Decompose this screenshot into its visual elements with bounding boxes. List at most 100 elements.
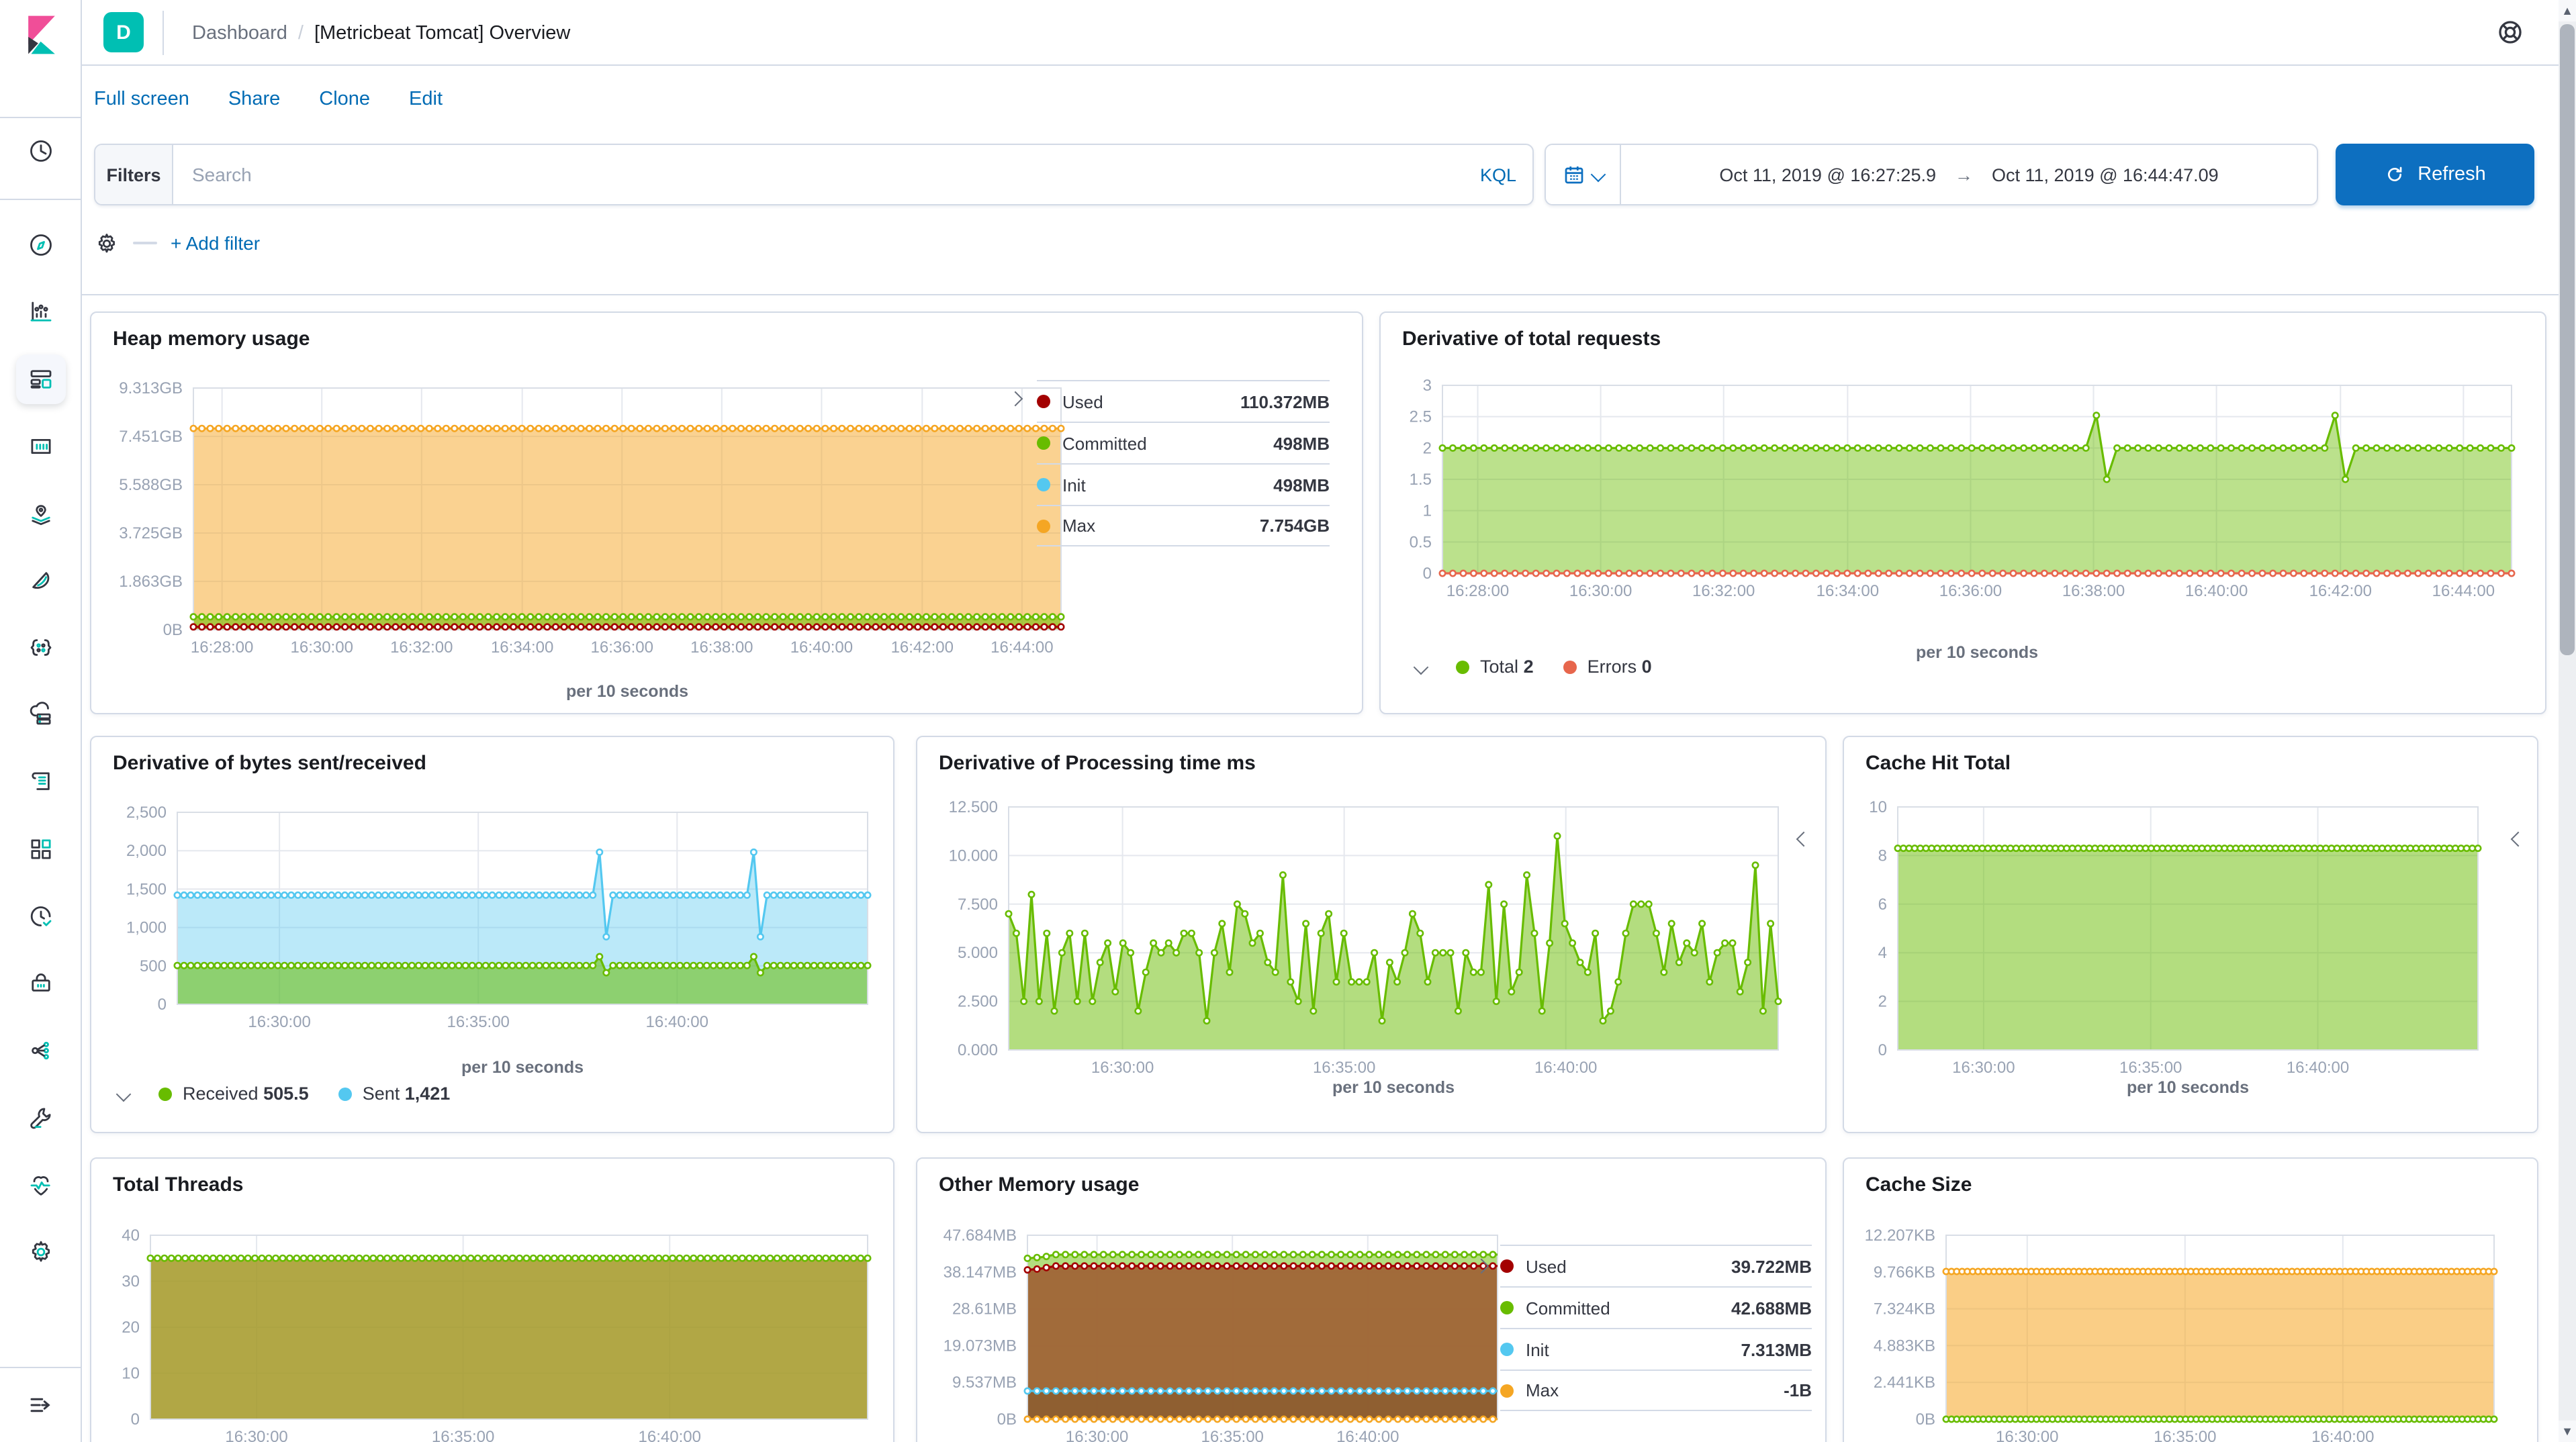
logs-icon — [27, 768, 55, 796]
sidebar-item-recently-viewed[interactable] — [16, 126, 66, 176]
discover-icon — [27, 231, 55, 259]
page-scrollbar[interactable]: ▲ ▼ — [2559, 0, 2576, 1442]
sidebar-item-logs[interactable] — [16, 757, 66, 807]
scroll-down-arrow[interactable]: ▼ — [2559, 1421, 2576, 1442]
svg-text:3: 3 — [1423, 377, 1432, 395]
graph-icon — [27, 1037, 55, 1065]
legend-collapse-icon[interactable] — [116, 1086, 132, 1102]
filters-button[interactable]: Filters — [95, 145, 173, 204]
sidebar-item-graph[interactable] — [16, 1026, 66, 1075]
dashboard-avatar-badge[interactable]: D — [103, 12, 144, 52]
svg-text:16:30:00: 16:30:00 — [1569, 582, 1632, 600]
sidebar-item-visualize[interactable] — [16, 287, 66, 337]
legend-value: 498MB — [1273, 433, 1330, 453]
legend-label: Total 2 — [1480, 657, 1534, 677]
legend-row-max[interactable]: Max7.754GB — [1037, 505, 1330, 546]
sidebar-item-siem[interactable] — [16, 959, 66, 1008]
cache-hit-chart[interactable]: 024681016:30:0016:35:0016:40:00per 10 se… — [1852, 785, 2510, 1101]
svg-text:0B: 0B — [163, 621, 183, 639]
legend-row-used[interactable]: Used110.372MB — [1037, 380, 1330, 422]
breadcrumb-dashboard-link[interactable]: Dashboard — [192, 22, 287, 44]
sidebar-divider — [0, 117, 82, 118]
legend-color-dot — [1456, 660, 1469, 673]
legend-color-dot — [1500, 1384, 1514, 1397]
sidebar-item-maps[interactable] — [16, 489, 66, 538]
scrollbar-thumb[interactable] — [2560, 24, 2575, 655]
refresh-button[interactable]: Refresh — [2336, 144, 2534, 205]
legend-collapse-icon[interactable] — [1414, 659, 1429, 675]
svg-text:16:30:00: 16:30:00 — [1066, 1428, 1128, 1442]
sidebar-item-canvas[interactable] — [16, 422, 66, 471]
legend-value: 7.313MB — [1741, 1339, 1812, 1359]
sidebar-item-machine-learning[interactable] — [16, 556, 66, 606]
processing-time-chart[interactable]: 0.0002.5005.0007.50010.00012.50016:30:00… — [928, 785, 1808, 1101]
legend-value: 498MB — [1273, 475, 1330, 495]
svg-text:16:30:00: 16:30:00 — [1996, 1428, 2058, 1442]
sidebar-item-uptime-monitor[interactable] — [16, 892, 66, 941]
panel-processing-time: Derivative of Processing time ms 0.0002.… — [916, 736, 1827, 1133]
sidebar-item-apm[interactable] — [16, 623, 66, 673]
date-from[interactable]: Oct 11, 2019 @ 16:27:25.9 — [1719, 164, 1936, 185]
legend-item-errors[interactable]: Errors 0 — [1563, 657, 1652, 677]
header-separator — [163, 11, 164, 55]
total-requests-chart[interactable]: 00.511.522.5316:28:0016:30:0016:32:0016:… — [1394, 364, 2533, 666]
share-button[interactable]: Share — [228, 89, 280, 110]
legend-collapse-icon[interactable] — [2511, 832, 2526, 847]
legend-row-init[interactable]: Init498MB — [1037, 463, 1330, 505]
calendar-button[interactable] — [1546, 145, 1621, 204]
sidebar-item-stack-monitoring[interactable] — [16, 1160, 66, 1210]
legend-row-init[interactable]: Init7.313MB — [1500, 1328, 1812, 1369]
sidebar-item-uptime[interactable] — [16, 690, 66, 740]
help-icon[interactable] — [2495, 17, 2525, 47]
panel-cache-size: Cache Size 0B2.441KB4.883KB7.324KB9.766K… — [1843, 1157, 2538, 1442]
svg-text:16:40:00: 16:40:00 — [646, 1013, 708, 1031]
sidebar-item-dashboard[interactable] — [16, 354, 66, 404]
date-to[interactable]: Oct 11, 2019 @ 16:44:47.09 — [1992, 164, 2219, 185]
legend-row-committed[interactable]: Committed42.688MB — [1500, 1286, 1812, 1328]
search-input[interactable] — [173, 145, 1464, 204]
sidebar-item-infrastructure[interactable] — [16, 824, 66, 874]
svg-text:2,500: 2,500 — [126, 804, 167, 822]
cache-size-chart[interactable]: 0B2.441KB4.883KB7.324KB9.766KB12.207KB16… — [1852, 1212, 2513, 1442]
svg-text:0B: 0B — [1916, 1410, 1935, 1429]
legend-row-max[interactable]: Max-1B — [1500, 1369, 1812, 1411]
clone-button[interactable]: Clone — [319, 89, 370, 110]
dashboard-icon — [27, 365, 55, 393]
full-screen-button[interactable]: Full screen — [94, 89, 189, 110]
other-memory-chart[interactable]: 0B9.537MB19.073MB28.61MB38.147MB47.684MB… — [920, 1212, 1511, 1442]
date-picker-group: Oct 11, 2019 @ 16:27:25.9 → Oct 11, 2019… — [1545, 144, 2318, 205]
svg-text:20: 20 — [122, 1318, 140, 1337]
svg-text:12.500: 12.500 — [949, 798, 998, 816]
sidebar-item-dev-tools[interactable] — [16, 1093, 66, 1143]
sidebar-item-discover[interactable] — [16, 220, 66, 270]
legend-item-total[interactable]: Total 2 — [1456, 657, 1534, 677]
svg-text:16:30:00: 16:30:00 — [225, 1428, 287, 1442]
edit-button[interactable]: Edit — [409, 89, 443, 110]
svg-text:9.537MB: 9.537MB — [952, 1374, 1017, 1392]
svg-text:2.441KB: 2.441KB — [1874, 1374, 1935, 1392]
kql-toggle[interactable]: KQL — [1464, 145, 1532, 204]
svg-text:16:35:00: 16:35:00 — [2154, 1428, 2216, 1442]
sidebar-item-management[interactable] — [16, 1227, 66, 1277]
legend-color-dot — [1037, 436, 1050, 450]
svg-text:16:38:00: 16:38:00 — [690, 638, 753, 657]
legend-item-received[interactable]: Received 505.5 — [158, 1084, 309, 1104]
svg-text:9.313GB: 9.313GB — [119, 379, 183, 397]
kibana-app: D Dashboard / [Metricbeat Tomcat] Overvi… — [0, 0, 2576, 1442]
filter-settings-gear-icon[interactable] — [94, 230, 120, 256]
legend-color-dot — [1500, 1343, 1514, 1356]
legend-item-sent[interactable]: Sent 1,421 — [338, 1084, 451, 1104]
legend-row-committed[interactable]: Committed498MB — [1037, 422, 1330, 463]
scroll-up-arrow[interactable]: ▲ — [2559, 0, 2576, 21]
kibana-logo[interactable] — [19, 11, 64, 59]
svg-text:16:40:00: 16:40:00 — [1534, 1059, 1597, 1077]
add-filter-link[interactable]: + Add filter — [171, 232, 260, 254]
legend-row-used[interactable]: Used39.722MB — [1500, 1245, 1812, 1286]
dashboard-toolbar: Full screen Share Clone Edit — [82, 81, 443, 118]
breadcrumb: Dashboard / [Metricbeat Tomcat] Overview — [192, 0, 570, 66]
heap-memory-chart[interactable]: 0B1.863GB3.725GB5.588GB7.451GB9.313GB16:… — [110, 367, 1072, 705]
collapse-nav-icon[interactable] — [16, 1380, 66, 1430]
total-threads-chart[interactable]: 01020304016:30:0016:35:0016:40:00per 10 … — [102, 1212, 881, 1442]
bytes-chart[interactable]: 05001,0001,5002,0002,50016:30:0016:35:00… — [102, 785, 881, 1081]
svg-text:2,000: 2,000 — [126, 842, 167, 860]
